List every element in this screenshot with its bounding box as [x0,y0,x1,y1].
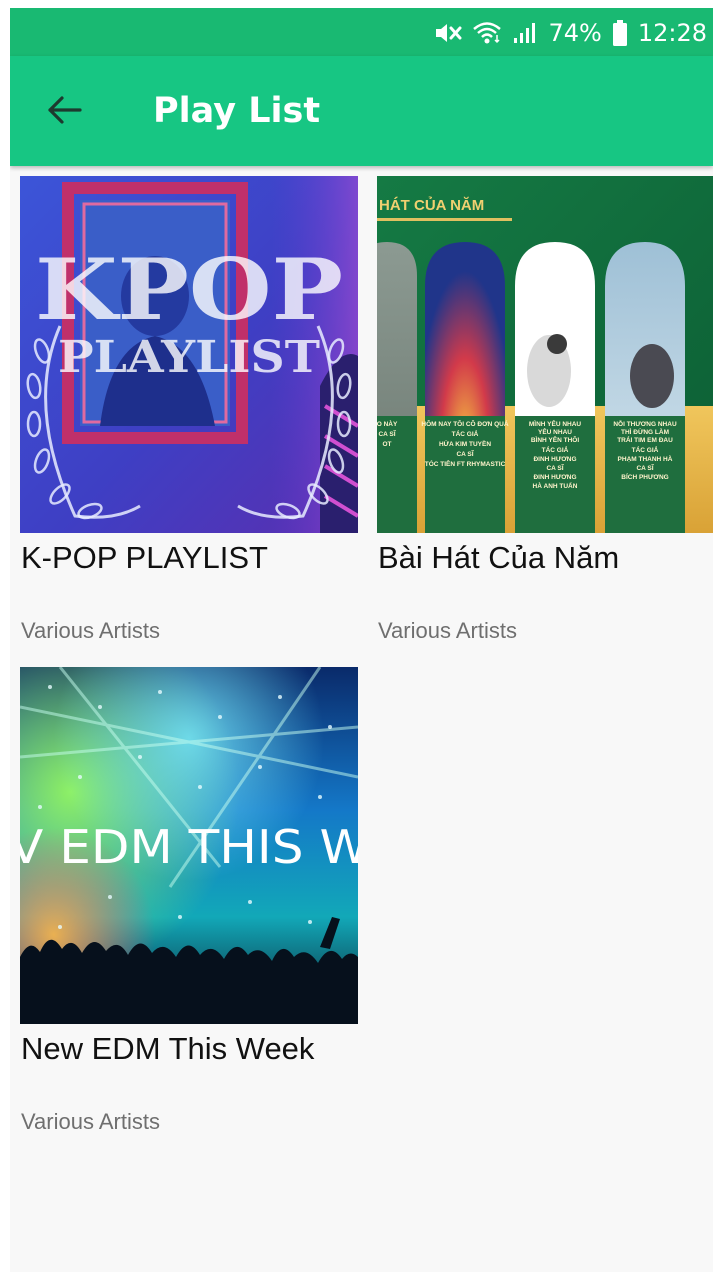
page-title: Play List [153,91,321,131]
cover-text-edm: V EDM THIS W [20,820,358,874]
panel-caption: TÁC GIẢ [632,445,659,454]
status-icons: 74% 12:28 [434,16,707,50]
panel-caption: BÍCH PHƯƠNG [621,472,668,481]
battery-icon [612,19,628,47]
panel-caption: TÁC GIẢ [542,445,569,454]
clock: 12:28 [637,19,707,47]
panel-caption: NỖI THƯƠNG NHAU [613,419,677,428]
panel-caption: YÊU NHAU [538,427,572,436]
phone-screen: 74% 12:28 Play List KPOP PLAYLIST K-POP … [10,8,713,1272]
app-bar: Play List [10,56,713,166]
playlist-artist: Various Artists [378,618,517,643]
panel-caption: MÌNH YÊU NHAU [529,419,582,428]
panel-caption: O NÀY [377,419,398,428]
back-button[interactable] [40,88,88,136]
panel-caption: CA SĨ [636,463,654,472]
arrow-left-icon [46,95,82,129]
panel-caption: ĐINH HƯƠNG [533,474,576,481]
playlist-title: New EDM This Week [21,1031,315,1066]
wifi-icon [472,20,502,46]
panel-caption: BÌNH YÊN THÔI [531,435,579,444]
panel-caption: OT [382,441,391,448]
panel-caption: CA SĨ [456,449,474,458]
playlist-artist: Various Artists [21,1109,160,1134]
playlist-title: K-POP PLAYLIST [21,540,268,575]
playlist-cover-bai-hat-cua-nam: HÁT CỦA NĂM O NÀY CA SĨ OT HÔM NAY TÔI C… [377,176,713,533]
panel-caption: TÁC GIẢ [452,429,479,438]
playlist-artist: Various Artists [21,618,160,643]
playlist-cover-kpop: KPOP PLAYLIST [20,176,358,533]
panel-caption: HÔM NAY TÔI CÔ ĐƠN QUÁ [421,419,508,428]
cover-text-kpop-small: PLAYLIST [58,332,320,383]
cover-text-kpop-big: KPOP [35,240,343,339]
panel-caption: ĐINH HƯƠNG [533,456,576,463]
mute-icon [434,20,462,46]
cover-text-header: HÁT CỦA NĂM [379,196,484,214]
panel-caption: TÓC TIÊN FT RHYMASTIC [425,459,506,468]
panel-caption: THÌ ĐỪNG LÀM [621,427,669,436]
battery-percent: 74% [548,19,602,47]
status-bar: 74% 12:28 [10,8,713,56]
panel-caption: CA SĨ [546,463,564,472]
signal-icon [512,20,538,46]
playlist-title: Bài Hát Của Năm [378,540,620,575]
panel-caption: TRÁI TIM EM ĐAU [617,435,673,444]
panel-caption: CA SĨ [378,429,396,438]
playlist-cover-new-edm: V EDM THIS W [20,667,358,1024]
panel-caption: PHẠM THANH HÀ [618,454,673,463]
